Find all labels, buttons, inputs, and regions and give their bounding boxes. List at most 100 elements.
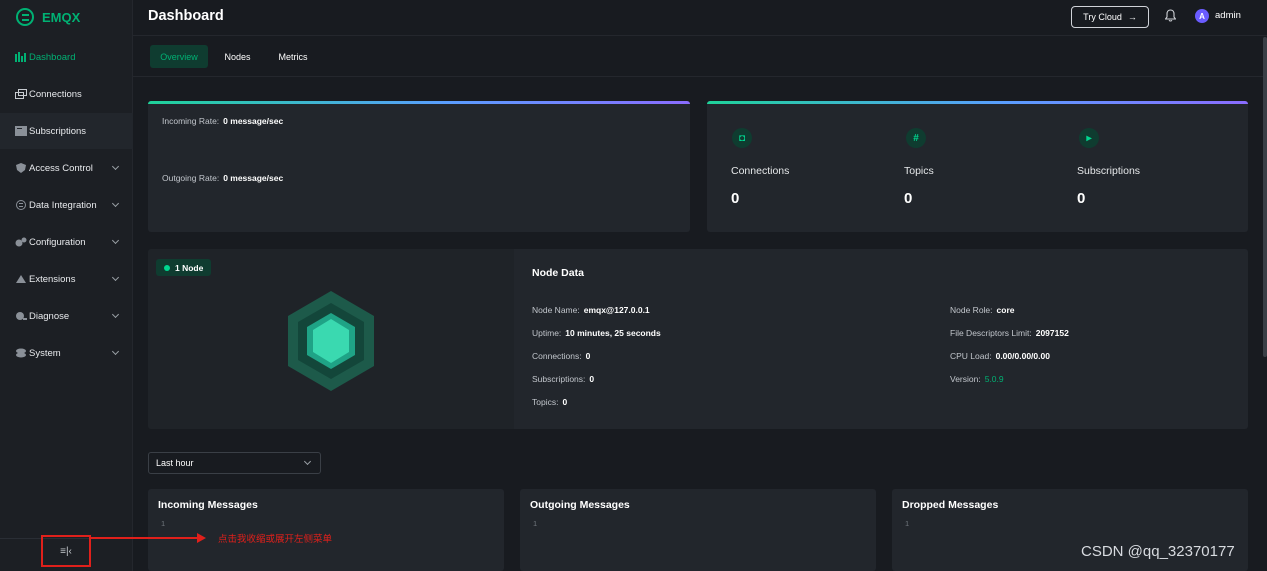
tab-overview[interactable]: Overview bbox=[150, 45, 208, 68]
stat-value-subscriptions: 0 bbox=[1077, 190, 1086, 207]
shield-icon bbox=[16, 163, 26, 173]
sidebar-item-label: Connections bbox=[29, 88, 82, 100]
logo[interactable]: EMQX bbox=[16, 7, 80, 27]
node-visual-panel: 1 Node bbox=[148, 249, 514, 429]
extensions-icon bbox=[16, 275, 26, 283]
collapse-sidebar-button[interactable]: ≡|‹ bbox=[41, 535, 91, 567]
node-name: Node Name: emqx@127.0.0.1 bbox=[532, 305, 650, 315]
diagnose-icon bbox=[16, 312, 27, 320]
sidebar-item-dashboard[interactable]: Dashboard bbox=[0, 39, 133, 75]
tab-nodes[interactable]: Nodes bbox=[220, 45, 255, 68]
sidebar-item-extensions[interactable]: Extensions bbox=[0, 261, 133, 297]
node-field-label: CPU Load: bbox=[950, 351, 992, 361]
node-uptime: Uptime: 10 minutes, 25 seconds bbox=[532, 328, 661, 338]
chevron-down-icon bbox=[111, 273, 120, 282]
chart-bars-icon bbox=[15, 52, 26, 62]
node-field-label: Node Role: bbox=[950, 305, 993, 315]
node-connections: Connections: 0 bbox=[532, 351, 590, 361]
sidebar-item-access-control[interactable]: Access Control bbox=[0, 150, 133, 186]
node-subscriptions: Subscriptions: 0 bbox=[532, 374, 594, 384]
node-topics: Topics: 0 bbox=[532, 397, 567, 407]
node-field-value: emqx@127.0.0.1 bbox=[583, 305, 650, 315]
incoming-messages-card: Incoming Messages 1 bbox=[148, 489, 504, 571]
node-cpu-load: CPU Load: 0.00/0.00/0.00 bbox=[950, 351, 1050, 361]
node-version-value: 5.0.9 bbox=[984, 374, 1004, 384]
node-field-value: 2097152 bbox=[1035, 328, 1069, 338]
outgoing-rate-label: Outgoing Rate: bbox=[162, 173, 220, 183]
node-field-value: core bbox=[996, 305, 1015, 315]
node-count-label: 1 Node bbox=[175, 262, 204, 273]
incoming-rate: Incoming Rate: 0 message/sec bbox=[162, 116, 283, 126]
tab-metrics[interactable]: Metrics bbox=[273, 45, 313, 68]
sidebar-item-diagnose[interactable]: Diagnose bbox=[0, 298, 133, 334]
node-fd-limit: File Descriptors Limit: 2097152 bbox=[950, 328, 1069, 338]
node-field-value: 0 bbox=[585, 351, 591, 361]
node-field-label: Connections: bbox=[532, 351, 582, 361]
user-name[interactable]: admin bbox=[1215, 10, 1241, 21]
node-field-label: Node Name: bbox=[532, 305, 580, 315]
chevron-down-icon bbox=[303, 457, 312, 466]
node-field-label: Version: bbox=[950, 374, 981, 384]
outgoing-messages-card: Outgoing Messages 1 bbox=[520, 489, 876, 571]
sidebar-item-system[interactable]: System bbox=[0, 335, 133, 371]
status-dot-icon bbox=[164, 264, 170, 271]
sidebar-item-configuration[interactable]: Configuration bbox=[0, 224, 133, 260]
logo-text: EMQX bbox=[42, 9, 81, 25]
gears-icon bbox=[15, 237, 27, 247]
sidebar-item-connections[interactable]: Connections bbox=[0, 76, 133, 112]
node-data-title: Node Data bbox=[532, 267, 584, 279]
metric-axis-tick: 1 bbox=[533, 519, 538, 528]
arrow-right-icon: → bbox=[1127, 12, 1137, 22]
connections-icon bbox=[15, 89, 27, 99]
card-accent-bar bbox=[148, 101, 690, 104]
node-data-panel: Node Data Node Name: emqx@127.0.0.1 Uptim… bbox=[514, 249, 1248, 429]
time-range-value: Last hour bbox=[156, 458, 194, 468]
node-field-value: 10 minutes, 25 seconds bbox=[565, 328, 661, 338]
sidebar-item-subscriptions[interactable]: Subscriptions bbox=[0, 113, 133, 149]
hash-icon: # bbox=[906, 128, 926, 148]
stats-card: ◘ Connections 0 # Topics 0 ▸ Subscriptio… bbox=[707, 101, 1248, 232]
sidebar-item-label: Access Control bbox=[29, 162, 93, 174]
node-field-label: Subscriptions: bbox=[532, 374, 586, 384]
node-field-label: Topics: bbox=[532, 397, 559, 407]
sidebar-item-data-integration[interactable]: Data Integration bbox=[0, 187, 133, 223]
card-accent-bar bbox=[707, 101, 1248, 104]
annotation-text: 点击我收缩或展开左侧菜单 bbox=[218, 534, 333, 545]
sidebar-item-label: Dashboard bbox=[29, 51, 76, 63]
system-icon bbox=[16, 348, 26, 358]
try-cloud-button[interactable]: Try Cloud → bbox=[1071, 6, 1149, 28]
subscriptions-stat-icon: ▸ bbox=[1079, 128, 1099, 148]
emqx-logo-icon bbox=[16, 8, 34, 26]
bell-icon[interactable] bbox=[1165, 9, 1176, 22]
sidebar: EMQX Dashboard Connections Subscriptions… bbox=[0, 0, 133, 571]
outgoing-rate: Outgoing Rate: 0 message/sec bbox=[162, 173, 283, 183]
metric-axis-tick: 1 bbox=[905, 519, 910, 528]
data-integration-icon bbox=[16, 200, 26, 210]
page-title: Dashboard bbox=[148, 8, 224, 24]
node-hexagon-icon[interactable] bbox=[286, 289, 376, 393]
metric-title: Outgoing Messages bbox=[530, 499, 630, 511]
sidebar-item-label: Configuration bbox=[29, 236, 86, 248]
subscriptions-icon bbox=[15, 126, 27, 136]
watermark: CSDN @qq_32370177 bbox=[1081, 543, 1235, 560]
metric-title: Dropped Messages bbox=[902, 499, 999, 511]
avatar[interactable]: A bbox=[1195, 9, 1209, 23]
node-field-value: 0 bbox=[589, 374, 595, 384]
node-count-badge[interactable]: 1 Node bbox=[156, 259, 212, 276]
app-root: EMQX Dashboard Connections Subscriptions… bbox=[0, 0, 1267, 571]
time-range-select[interactable]: Last hour bbox=[148, 452, 321, 474]
stat-value-connections: 0 bbox=[731, 190, 740, 207]
page-scrollbar[interactable] bbox=[1263, 37, 1267, 357]
stat-label-topics: Topics bbox=[904, 165, 934, 177]
collapse-menu-icon: ≡|‹ bbox=[60, 545, 72, 557]
node-version: Version: 5.0.9 bbox=[950, 374, 1004, 384]
incoming-rate-label: Incoming Rate: bbox=[162, 116, 220, 126]
chevron-down-icon bbox=[111, 162, 120, 171]
connections-stat-icon: ◘ bbox=[732, 128, 752, 148]
node-field-label: File Descriptors Limit: bbox=[950, 328, 1032, 338]
node-field-label: Uptime: bbox=[532, 328, 562, 338]
stat-label-connections: Connections bbox=[731, 165, 790, 177]
chevron-down-icon bbox=[111, 347, 120, 356]
metric-title: Incoming Messages bbox=[158, 499, 258, 511]
node-field-value: 0.00/0.00/0.00 bbox=[995, 351, 1050, 361]
